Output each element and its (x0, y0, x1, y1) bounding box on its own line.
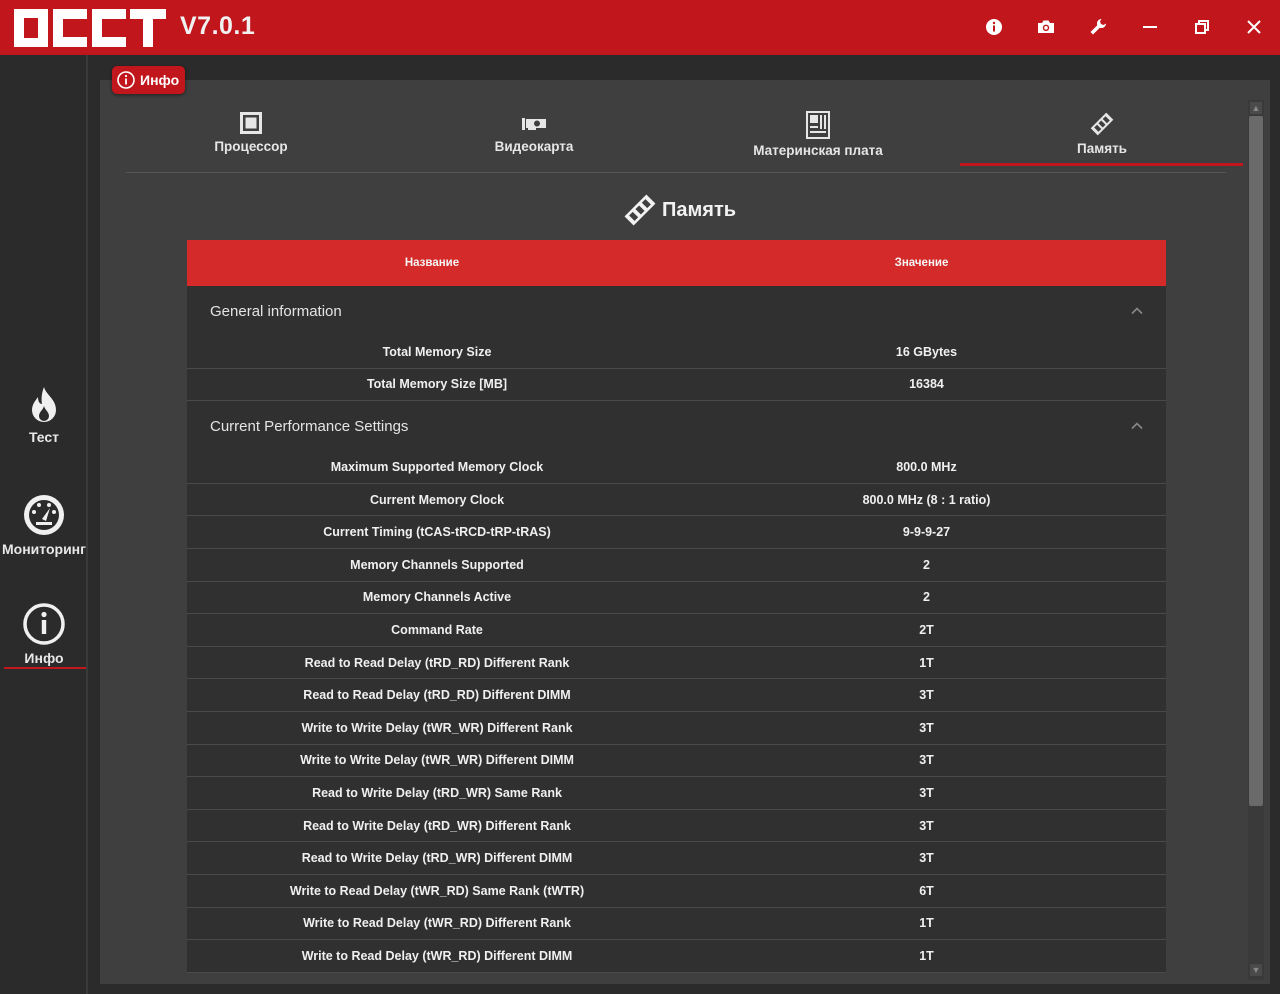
memory-info-table: Название Значение General information To… (187, 240, 1166, 984)
restore-icon (1195, 20, 1209, 34)
tab-label: Процессор (214, 139, 288, 154)
chevron-up-icon (1131, 422, 1143, 430)
table-row: Read to Read Delay (tRD_RD) Different Ra… (187, 646, 1166, 680)
table-row: Read to Read Delay (tRD_RD) Different DI… (187, 679, 1166, 712)
table-row: Total Memory Size 16 GBytes (187, 336, 1166, 369)
section-heading: Память (622, 192, 736, 228)
restore-button[interactable] (1189, 14, 1215, 40)
motherboard-icon (806, 111, 830, 139)
flame-icon (32, 387, 56, 422)
scroll-up-arrow-icon[interactable]: ▲ (1250, 102, 1262, 114)
group-title: General information (210, 302, 342, 320)
table-row: Read to Write Delay (tRD_WR) Different D… (187, 842, 1166, 875)
section-title: Память (662, 198, 737, 221)
settings-button[interactable] (1085, 14, 1111, 40)
tab-label: Материнская плата (753, 143, 883, 158)
tab-motherboard[interactable]: Материнская плата (693, 100, 943, 170)
table-row: Read to Write Delay (tRD_WR) Same Rank 3T (187, 777, 1166, 810)
table-row: Write to Read Delay (tWR_RD) Different D… (187, 940, 1166, 973)
title-bar: V7.0.1 (0, 0, 1280, 55)
table-row: Current Timing (tCAS-tRCD-tRP-tRAS) 9-9-9… (187, 516, 1166, 549)
close-button[interactable] (1241, 14, 1267, 40)
memory-stick-icon (624, 194, 656, 226)
occt-logo (14, 9, 166, 47)
tab-gpu[interactable]: Видеокарта (409, 100, 659, 170)
table-row: Memory Channels Active 2 (187, 581, 1166, 615)
gpu-icon (522, 118, 546, 130)
sidebar-item-label: Инфо (24, 650, 64, 666)
table-row: Read to Write Delay (tRD_WR) Different R… (187, 809, 1166, 843)
sidebar-item-test[interactable]: Тест (0, 385, 88, 475)
sidebar-item-label: Тест (28, 429, 60, 445)
table-row: Current Memory Clock 800.0 MHz (8 : 1 rat… (187, 483, 1166, 517)
group-header[interactable]: General information (187, 286, 1166, 336)
about-button[interactable] (981, 14, 1007, 40)
wrench-icon (1090, 18, 1107, 35)
chevron-up-icon (1131, 307, 1143, 315)
table-row: Write to Read Delay (tWR_RD) Same Rank (… (187, 874, 1166, 908)
minimize-button[interactable] (1137, 14, 1163, 40)
minimize-icon (1143, 26, 1157, 28)
app-version: V7.0.1 (180, 12, 256, 40)
section-badge: Инфо (112, 66, 186, 94)
sidebar-active-indicator (4, 667, 86, 669)
badge-label: Инфо (140, 72, 180, 88)
scrollbar-thumb[interactable] (1249, 116, 1263, 806)
sidebar-item-info[interactable]: Инфо (0, 602, 88, 692)
tab-cpu[interactable]: Процессор (126, 100, 376, 170)
sidebar: Тест Мониторинг Инфо (0, 55, 88, 994)
column-header-value: Значение (894, 257, 949, 269)
table-row: Write to Read Delay (tWR_RD) Different R… (187, 907, 1166, 941)
tab-label: Память (1077, 141, 1127, 156)
info-icon (986, 19, 1002, 35)
table-row: Maximum Supported Memory Clock 800.0 MHz (187, 451, 1166, 484)
table-row: Write to Write Delay (tWR_WR) Different … (187, 711, 1166, 745)
info-circle-icon (23, 603, 65, 645)
column-header-name: Название (404, 257, 460, 269)
table-row: Write to Write Delay (tWR_WR) Different … (187, 744, 1166, 778)
memory-stick-icon (1090, 112, 1114, 136)
tab-label: Видеокарта (494, 139, 574, 154)
group-title: Current Performance Settings (210, 417, 409, 435)
tab-memory[interactable]: Память (977, 100, 1227, 170)
close-icon (1247, 20, 1261, 34)
table-row: Memory Channels Supported 2 (187, 548, 1166, 582)
group-header[interactable]: Current Performance Settings (187, 401, 1166, 452)
sidebar-item-monitoring[interactable]: Мониторинг (0, 493, 88, 583)
table-row: Command Rate 2T (187, 614, 1166, 647)
table-row: Total Memory Size [MB] 16384 (187, 368, 1166, 402)
info-icon (117, 71, 135, 89)
camera-icon (1038, 20, 1054, 33)
table-header: Название Значение (187, 240, 1166, 286)
active-tab-indicator (960, 163, 1243, 166)
screenshot-button[interactable] (1033, 14, 1059, 40)
sidebar-item-label: Мониторинг (2, 541, 86, 557)
gauge-icon (24, 495, 64, 535)
scroll-down-arrow-icon[interactable]: ▼ (1250, 964, 1262, 976)
cpu-icon (240, 112, 262, 134)
